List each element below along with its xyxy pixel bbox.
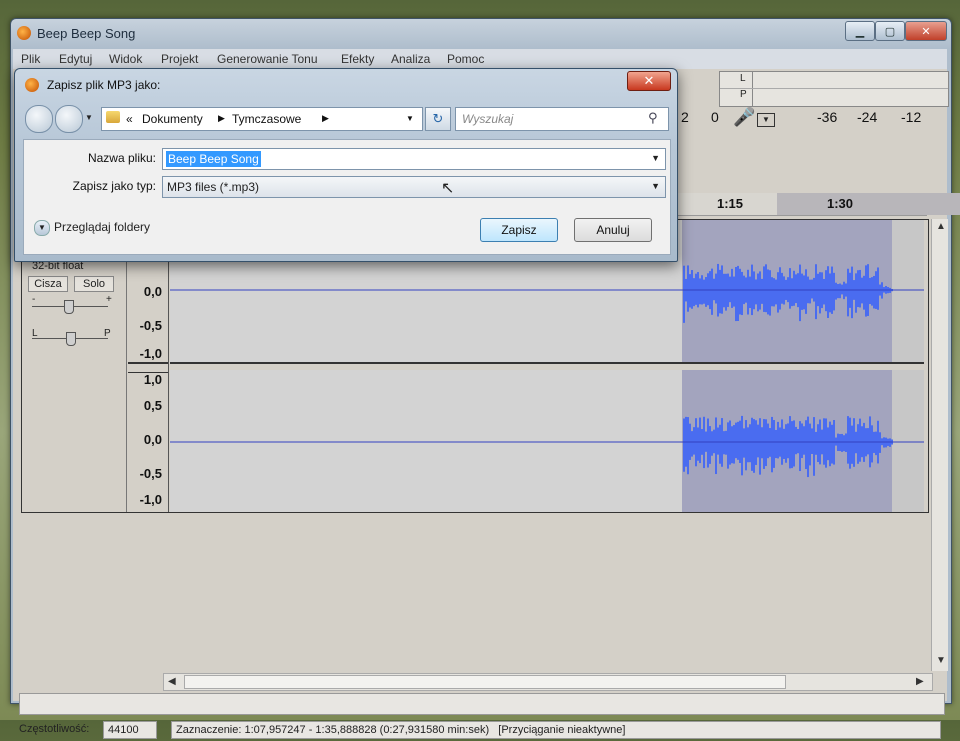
maximize-button[interactable]: ▢ [875, 21, 905, 41]
forward-icon[interactable] [55, 105, 83, 133]
search-field[interactable]: Wyszukaj ⚲ [455, 107, 669, 131]
menu-effects[interactable]: Efekty [341, 52, 374, 66]
dialog-body: Nazwa pliku: Beep Beep Song ▼ Zapisz jak… [23, 139, 671, 255]
scale-tick: -1,0 [139, 346, 162, 361]
snap-status: [Przyciąganie nieaktywne] [498, 724, 626, 736]
scale-tick: -0,5 [139, 318, 162, 333]
scale-tick: -1,0 [139, 492, 162, 507]
recording-meter[interactable]: L P [719, 71, 949, 107]
chevron-down-icon[interactable]: ▼ [651, 153, 660, 163]
vertical-scrollbar[interactable]: ▲ ▼ [931, 219, 948, 671]
search-placeholder: Wyszukaj [462, 112, 514, 126]
rate-field[interactable]: 44100 [103, 721, 157, 739]
meter-tick: -24 [857, 109, 878, 125]
waveform-channel-right[interactable] [170, 370, 924, 512]
breadcrumb-documents[interactable]: Dokumenty [142, 112, 203, 126]
menu-generate[interactable]: Generowanie Tonu [217, 52, 318, 66]
gain-slider-handle[interactable] [64, 300, 74, 314]
save-button[interactable]: Zapisz [480, 218, 558, 242]
solo-button[interactable]: Solo [74, 276, 114, 292]
refresh-icon[interactable]: ↻ [425, 107, 451, 131]
meter-tick: 0 [711, 109, 719, 125]
filetype-label: Zapisz jako typ: [72, 179, 156, 193]
scale-tick: 0,0 [143, 284, 162, 299]
dialog-title: Zapisz plik MP3 jako: [47, 78, 161, 92]
horizontal-scrollbar[interactable]: ◀ ▶ [163, 673, 933, 691]
meter-left-label: L [740, 73, 746, 84]
scroll-thumb[interactable] [184, 675, 786, 689]
filename-label: Nazwa pliku: [87, 151, 156, 165]
back-icon[interactable] [25, 105, 53, 133]
chevron-down-icon[interactable]: ▼ [757, 113, 775, 127]
app-icon [25, 78, 39, 92]
meter-scale: 2 0 🎤 ▼ -36 -24 -12 [681, 107, 947, 131]
filetype-select[interactable]: MP3 files (*.mp3) ▼ ↖ [162, 176, 666, 198]
breadcrumb[interactable]: « Dokumenty ▶ Tymczasowe ▶ ▼ [101, 107, 423, 131]
minimize-button[interactable]: ▁ [845, 21, 875, 41]
folder-icon [106, 111, 120, 123]
search-icon[interactable]: ⚲ [648, 110, 658, 126]
menu-help[interactable]: Pomoc [447, 52, 484, 66]
mouse-cursor-icon: ↖ [441, 180, 455, 197]
window-title: Beep Beep Song [37, 26, 136, 41]
waveform-right [170, 415, 924, 478]
amplitude-scale: 0,0 -0,5 -1,0 1,0 0,5 0,0 -0,5 -1,0 [128, 220, 169, 512]
dialog-close-button[interactable]: ✕ [627, 71, 671, 91]
rate-label: Częstotliwość: [19, 723, 90, 735]
save-dialog: Zapisz plik MP3 jako: ✕ ▼ « Dokumenty ▶ … [14, 68, 678, 262]
ruler-selection [777, 193, 960, 215]
breadcrumb-prefix: « [126, 112, 133, 126]
menu-edit[interactable]: Edytuj [59, 52, 92, 66]
meter-tick: -12 [901, 109, 922, 125]
scale-tick: 0,5 [143, 398, 162, 413]
history-dropdown-icon[interactable]: ▼ [85, 113, 93, 122]
filename-input[interactable]: Beep Beep Song ▼ [162, 148, 666, 170]
scale-tick: 1,0 [143, 372, 162, 387]
meter-right-label: P [740, 89, 747, 100]
browse-folders-toggle[interactable]: Przeglądaj foldery [54, 220, 150, 234]
menu-project[interactable]: Projekt [161, 52, 198, 66]
microphone-icon[interactable]: 🎤 [733, 107, 755, 128]
cancel-button[interactable]: Anuluj [574, 218, 652, 242]
close-button[interactable]: ✕ [905, 21, 947, 41]
track-control-panel: 32-bit float Cisza Solo - + L P [22, 220, 127, 512]
menu-file[interactable]: Plik [21, 52, 40, 66]
gain-minus-label: - [32, 294, 36, 305]
menubar: Plik Edytuj Widok Projekt Generowanie To… [13, 49, 947, 69]
status-bar: Częstotliwość: 44100 Zaznaczenie: 1:07,9… [13, 717, 947, 741]
chevron-down-icon[interactable]: ▼ [406, 114, 414, 123]
pan-slider-handle[interactable] [66, 332, 76, 346]
audio-track[interactable]: 32-bit float Cisza Solo - + L P 0,0 -0,5… [21, 219, 929, 513]
main-titlebar[interactable]: Beep Beep Song ▁ ▢ ✕ [11, 19, 951, 47]
meter-tick: -36 [817, 109, 838, 125]
filetype-value: MP3 files (*.mp3) [167, 180, 260, 194]
meter-tick: 2 [681, 109, 689, 125]
menu-view[interactable]: Widok [109, 52, 142, 66]
breadcrumb-temp[interactable]: Tymczasowe [232, 112, 301, 126]
ruler-label: 1:30 [827, 196, 854, 211]
chevron-down-icon[interactable]: ▼ [651, 181, 660, 191]
selection-status: Zaznaczenie: 1:07,957247 - 1:35,888828 (… [171, 721, 941, 739]
selection-text: Zaznaczenie: 1:07,957247 - 1:35,888828 (… [176, 724, 490, 736]
ruler-label: 1:15 [717, 196, 744, 211]
scale-tick: -0,5 [139, 466, 162, 481]
selection-toolbar [19, 693, 945, 715]
menu-analyze[interactable]: Analiza [391, 52, 430, 66]
expand-icon[interactable]: ▼ [34, 220, 50, 236]
mute-button[interactable]: Cisza [28, 276, 68, 292]
app-icon [17, 26, 31, 40]
filename-value: Beep Beep Song [166, 151, 261, 167]
gain-plus-label: + [106, 294, 112, 305]
scale-tick: 0,0 [143, 432, 162, 447]
